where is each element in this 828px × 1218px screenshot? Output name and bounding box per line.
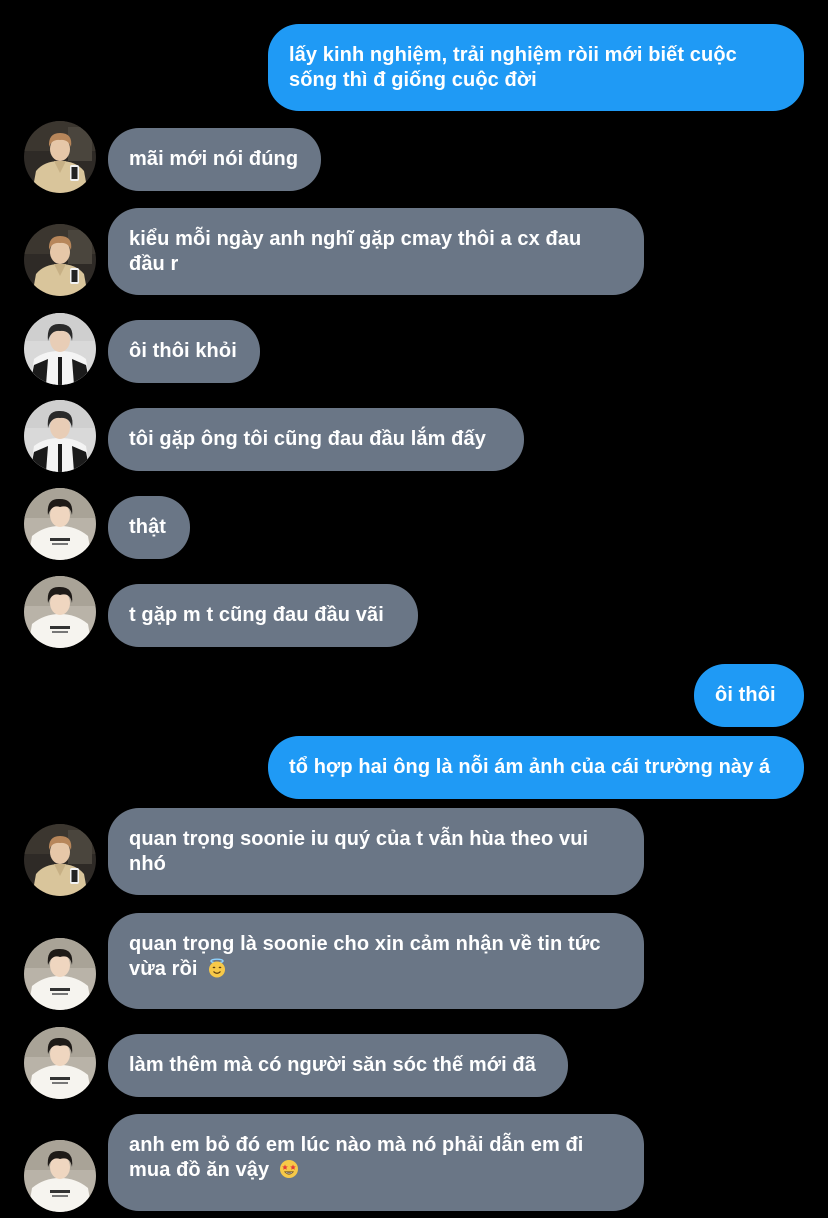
message-bubble-incoming[interactable]: làm thêm mà có người săn sóc thế mới đã bbox=[108, 1034, 568, 1097]
avatar[interactable] bbox=[24, 488, 96, 560]
message-bubble-incoming[interactable]: tôi gặp ông tôi cũng đau đầu lắm đấy bbox=[108, 408, 524, 471]
message-bubble-incoming[interactable]: kiểu mỗi ngày anh nghĩ gặp cmay thôi a c… bbox=[108, 208, 644, 295]
message-text: t gặp m t cũng đau đầu vãi bbox=[129, 604, 384, 626]
message-text: mãi mới nói đúng bbox=[129, 148, 299, 170]
message-text: anh em bỏ đó em lúc nào mà nó phải dẫn e… bbox=[129, 1134, 584, 1181]
avatar[interactable] bbox=[24, 576, 96, 648]
message-text: quan trọng soonie iu quý của t vẫn hùa t… bbox=[129, 828, 589, 875]
message-bubble-incoming[interactable]: ôi thôi khỏi bbox=[108, 320, 260, 383]
avatar[interactable] bbox=[24, 224, 96, 296]
star-struck-icon bbox=[279, 1160, 298, 1178]
avatar[interactable] bbox=[24, 824, 96, 896]
message-text: thật bbox=[129, 516, 167, 538]
message-text: tổ hợp hai ông là nỗi ám ảnh của cái trư… bbox=[289, 756, 771, 778]
message-bubble-outgoing[interactable]: lấy kinh nghiệm, trải nghiệm ròii mới bi… bbox=[268, 24, 804, 111]
avatar[interactable] bbox=[24, 1140, 96, 1212]
message-bubble-incoming[interactable]: quan trọng là soonie cho xin cảm nhận về… bbox=[108, 913, 644, 1009]
message-text: ôi thôi bbox=[715, 684, 776, 706]
message-text: lấy kinh nghiệm, trải nghiệm ròii mới bi… bbox=[289, 44, 737, 91]
avatar-white-tshirt-image bbox=[24, 576, 96, 648]
message-bubble-incoming[interactable]: thật bbox=[108, 496, 190, 559]
message-text: làm thêm mà có người săn sóc thế mới đã bbox=[129, 1054, 536, 1076]
message-bubble-incoming[interactable]: quan trọng soonie iu quý của t vẫn hùa t… bbox=[108, 808, 644, 895]
smiling-face-with-halo-icon bbox=[209, 958, 226, 978]
avatar-beige-shirt-image bbox=[24, 121, 96, 193]
avatar-white-tshirt-image bbox=[24, 1140, 96, 1212]
message-bubble-incoming[interactable]: t gặp m t cũng đau đầu vãi bbox=[108, 584, 418, 647]
message-text: kiểu mỗi ngày anh nghĩ gặp cmay thôi a c… bbox=[129, 228, 582, 275]
avatar-white-tshirt-image bbox=[24, 488, 96, 560]
message-text: tôi gặp ông tôi cũng đau đầu lắm đấy bbox=[129, 428, 486, 450]
avatar-dark-jacket-image bbox=[24, 313, 96, 385]
avatar-dark-jacket-image bbox=[24, 400, 96, 472]
message-text: ôi thôi khỏi bbox=[129, 340, 237, 362]
avatar-white-tshirt-image bbox=[24, 938, 96, 1010]
message-bubble-incoming[interactable]: anh em bỏ đó em lúc nào mà nó phải dẫn e… bbox=[108, 1114, 644, 1211]
avatar[interactable] bbox=[24, 938, 96, 1010]
message-text: quan trọng là soonie cho xin cảm nhận về… bbox=[129, 933, 601, 980]
avatar[interactable] bbox=[24, 400, 96, 472]
avatar[interactable] bbox=[24, 121, 96, 193]
message-bubble-incoming[interactable]: mãi mới nói đúng bbox=[108, 128, 321, 191]
avatar-white-tshirt-image bbox=[24, 1027, 96, 1099]
avatar-beige-shirt-image bbox=[24, 824, 96, 896]
chat-thread: lấy kinh nghiệm, trải nghiệm ròii mới bi… bbox=[0, 0, 828, 1218]
avatar-beige-shirt-image bbox=[24, 224, 96, 296]
avatar[interactable] bbox=[24, 1027, 96, 1099]
message-bubble-outgoing[interactable]: tổ hợp hai ông là nỗi ám ảnh của cái trư… bbox=[268, 736, 804, 799]
avatar[interactable] bbox=[24, 313, 96, 385]
message-bubble-outgoing[interactable]: ôi thôi bbox=[694, 664, 804, 727]
